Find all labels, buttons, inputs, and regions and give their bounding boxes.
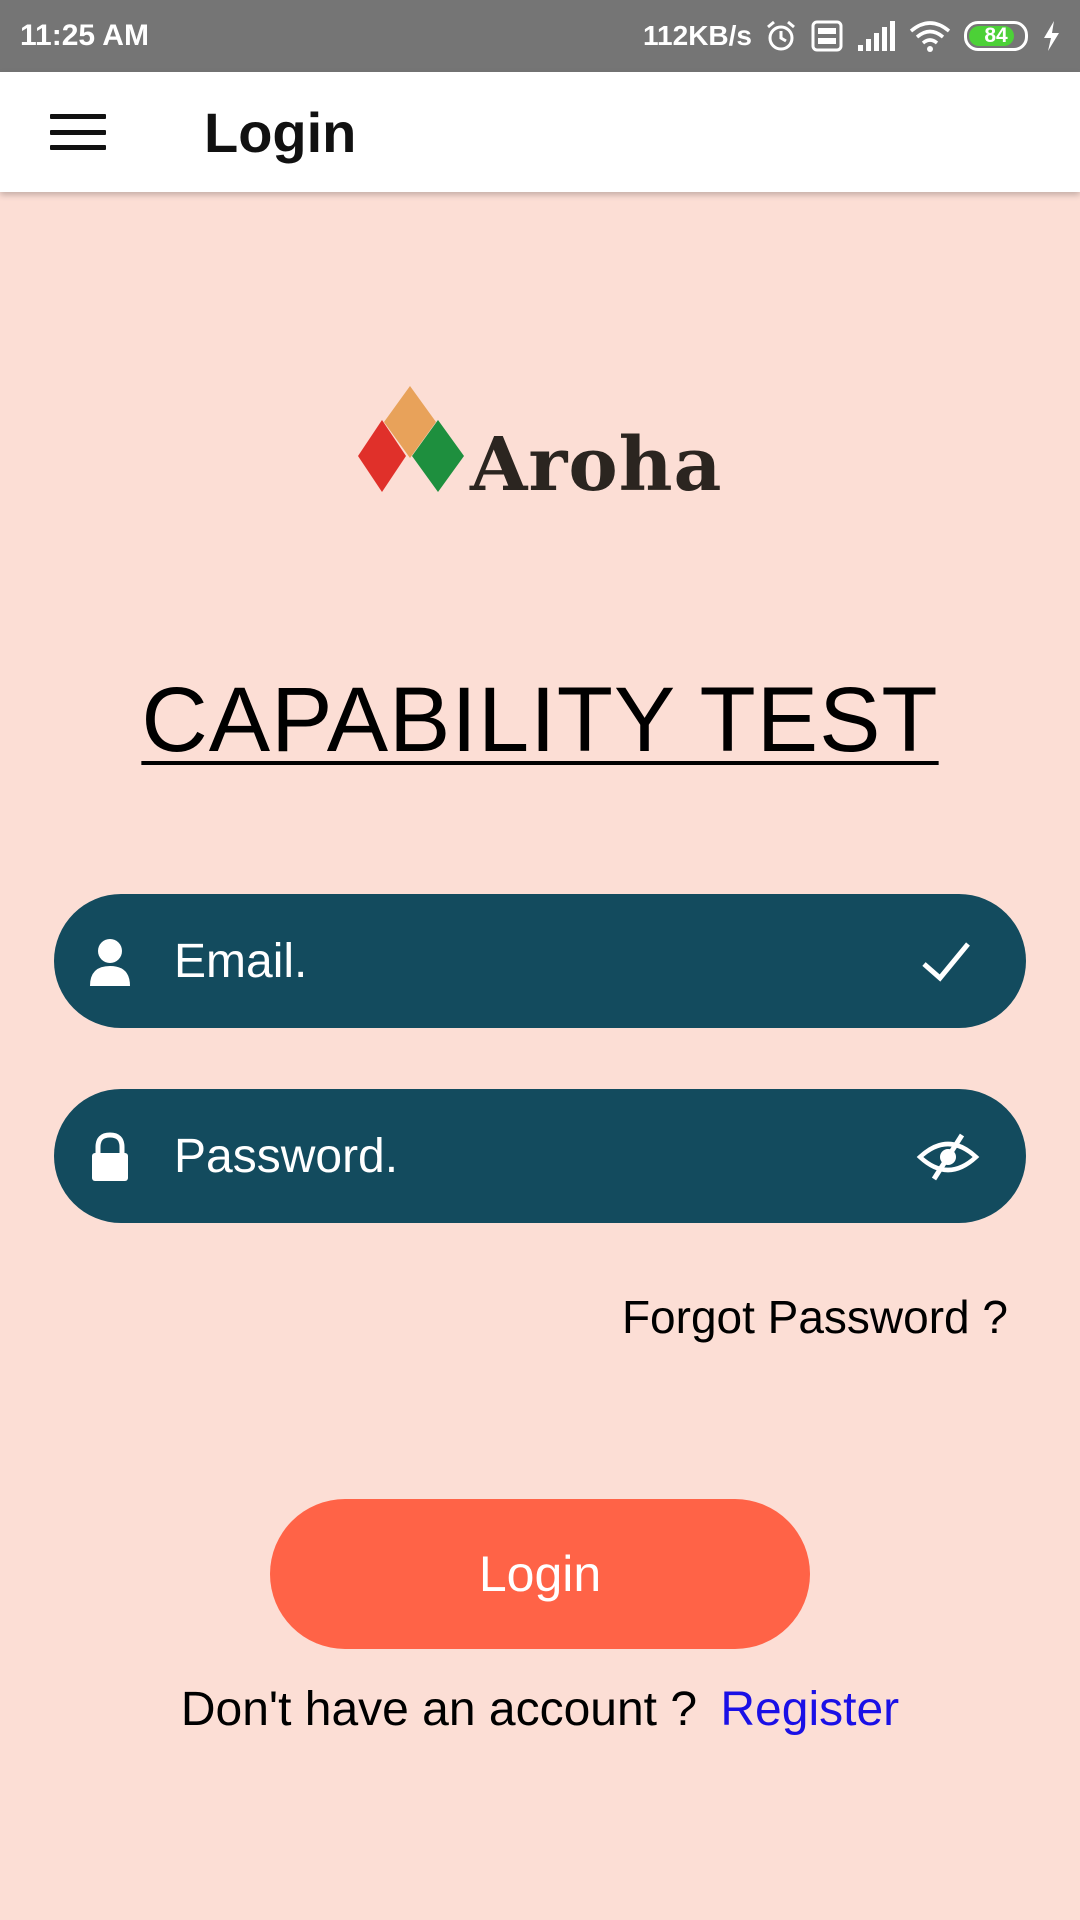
- user-icon: [84, 936, 136, 988]
- register-prompt-line: Don't have an account ? Register: [0, 1682, 1080, 1737]
- email-input[interactable]: [174, 894, 894, 1028]
- register-prompt-text: Don't have an account ?: [180, 1683, 698, 1736]
- wifi-icon: [908, 19, 952, 53]
- status-icons: 112KB/s 84: [643, 19, 1062, 53]
- password-field: [54, 1089, 1026, 1223]
- lock-icon: [84, 1131, 136, 1183]
- forgot-password-link[interactable]: Forgot Password ?: [622, 1290, 1008, 1344]
- hamburger-menu-icon[interactable]: [50, 114, 106, 150]
- email-field: [54, 894, 1026, 1028]
- register-link[interactable]: Register: [720, 1683, 899, 1736]
- alarm-icon: [764, 19, 798, 53]
- signal-icon: [856, 19, 896, 53]
- logo-text: Aroha: [469, 422, 723, 508]
- page-header-title: Login: [204, 101, 357, 164]
- app-bar: Login: [0, 72, 1080, 192]
- aroha-logo: Aroha: [350, 384, 740, 524]
- status-bar: 11:25 AM 112KB/s 84: [0, 0, 1080, 72]
- eye-off-icon[interactable]: [916, 1127, 980, 1187]
- battery-level: 84: [984, 24, 1008, 47]
- check-icon: [916, 932, 976, 992]
- capability-test-title: CAPABILITY TEST: [141, 669, 939, 771]
- charging-icon: [1040, 19, 1062, 53]
- network-speed: 112KB/s: [643, 20, 752, 51]
- password-input[interactable]: [174, 1089, 894, 1223]
- battery-icon: 84: [964, 21, 1028, 51]
- volte-icon: [810, 19, 844, 53]
- login-button[interactable]: Login: [270, 1499, 810, 1649]
- status-time: 11:25 AM: [20, 19, 149, 52]
